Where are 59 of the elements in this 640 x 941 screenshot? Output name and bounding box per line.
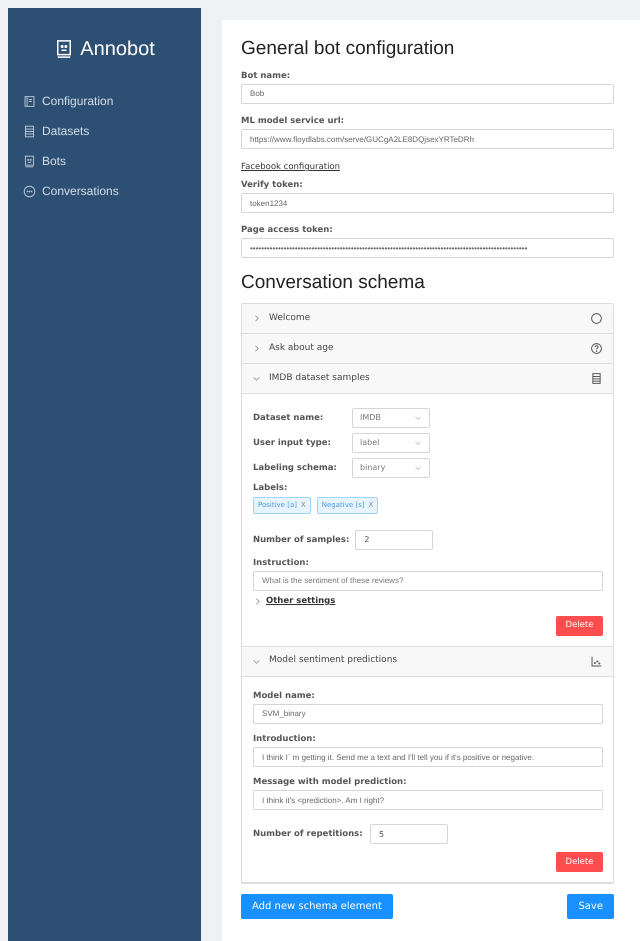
number-field[interactable]: 2 [355,530,434,550]
page-title: General bot configuration [241,38,456,61]
list-icon [590,372,603,386]
field-label: Bot name: [241,70,290,81]
input-field[interactable]: https://www.floydlabs.com/serve/GUCgA2LE8DQjsexYRTeDRh [241,129,614,150]
field-label: Page access token: [241,225,333,236]
input-field[interactable]: ••••••••••••••••••••••••••••••••••••••••••••••••••••••••••••••••••••••••••••••••••••••••••••••••••• [241,238,614,258]
field-label: User input type: [253,438,332,448]
field-label: Labeling schema: [253,463,338,474]
question-icon [590,342,603,356]
field-label: Verify token: [241,180,303,190]
robot-icon [23,154,36,168]
accordion-header[interactable]: IMDB dataset samples [242,364,613,394]
chevron-down-icon [414,414,422,422]
field-label: Number of samples: [253,534,350,545]
number-field[interactable]: 5 [370,824,448,844]
section-title: Conversation schema [241,272,426,296]
sidebar-item[interactable]: Conversations [8,176,134,206]
select-field[interactable]: IMDB [352,408,430,428]
chevron-down-icon [414,464,422,472]
add-element-button[interactable]: Add new schema element [241,894,393,920]
input-field[interactable]: Bob [241,84,614,104]
field-label: Number of repetitions: [253,829,364,840]
circle-icon [590,312,603,326]
field-label: Introduction: [253,734,316,744]
sidebar-item[interactable]: Bots [8,146,82,176]
book-icon [23,94,36,108]
accordion-header[interactable]: Model sentiment predictions [242,646,613,677]
input-field[interactable]: SVM_binary [253,704,603,724]
field-label: Dataset name: [253,413,324,424]
field-label: ML model service url: [241,116,344,126]
scatter-chart-icon [590,654,603,668]
accordion-header[interactable]: Ask about age [242,334,613,364]
input-field[interactable]: token1234 [241,193,614,214]
chat-icon [23,184,36,198]
accordion-header[interactable]: Welcome [242,304,613,334]
settings-link[interactable]: Other settings [266,594,336,608]
select-field[interactable]: binary [352,458,430,478]
brand-name: Annobot [80,37,155,62]
sidebar-item[interactable]: Datasets [8,116,104,146]
field-label: Model name: [253,690,315,701]
delete-button[interactable]: Delete [556,852,603,872]
save-button[interactable]: Save [567,894,614,920]
element-title: IMDB dataset samples [269,372,370,383]
chevron-down-icon [414,439,422,448]
element-title: Model sentiment predictions [269,655,398,666]
list-icon [23,124,36,138]
section-link[interactable]: Facebook configuration [241,161,340,174]
field-label: Instruction: [253,558,309,568]
element-title: Welcome [269,312,310,323]
input-field[interactable]: I think I` m getting it. Send me a text and I'll tell you if it's positive or negative. [253,747,603,768]
select-field[interactable]: label [352,433,430,454]
input-field[interactable]: What is the sentiment of these reviews? [253,570,603,591]
field-label: Labels: [253,483,288,494]
element-title: Ask about age [269,342,334,353]
delete-button[interactable]: Delete [556,616,603,636]
input-field[interactable]: I think it's <prediction>. Am I right? [253,790,603,810]
sidebar-item[interactable]: Configuration [8,86,128,116]
field-label: Message with model prediction: [253,777,406,788]
